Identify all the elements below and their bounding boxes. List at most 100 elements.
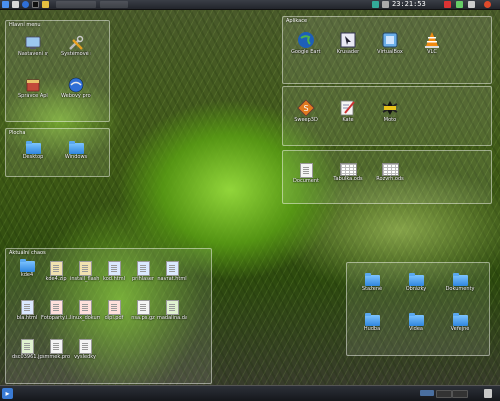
file-label: kde4	[20, 272, 34, 278]
file-label: madalina.dayla	[157, 315, 187, 321]
shortcut-label: Nastavení systému	[18, 51, 48, 57]
archive-icon	[49, 261, 63, 276]
pager-icon[interactable]	[436, 390, 452, 398]
file-item[interactable]: vysledky	[70, 339, 100, 360]
folder-label: Desktop	[22, 154, 44, 160]
file-item[interactable]: kde4	[12, 259, 42, 278]
folder-view-main-menu[interactable]: Hlavní menu Nastavení systému Systémové …	[5, 20, 110, 122]
folder-view-recent[interactable]: Aktuální chaos kde4 kde4.zip install_flash…	[5, 248, 212, 384]
folder-icon	[25, 141, 41, 154]
app-shortcut[interactable]: Moto	[375, 99, 405, 123]
keyboard-icon[interactable]	[468, 1, 475, 8]
file-label: Obrázky	[405, 286, 427, 292]
file-item[interactable]: prihlaser	[128, 261, 158, 282]
file-item[interactable]: Fotoparty.i...	[41, 300, 71, 321]
shortcut-label: Systémové nastavení	[61, 51, 91, 57]
mail-icon[interactable]	[42, 1, 49, 8]
file-item[interactable]: nsa.ps.gz	[128, 300, 158, 321]
volume-icon[interactable]	[382, 1, 389, 8]
file-item[interactable]: Document	[291, 163, 321, 184]
network-icon[interactable]	[372, 1, 379, 8]
file-item[interactable]: install_flash_p...	[70, 261, 100, 282]
browser-icon[interactable]	[22, 1, 29, 8]
folder-item[interactable]: Windows	[61, 141, 91, 160]
pager-icon[interactable]	[420, 390, 434, 396]
file-item[interactable]: Tabulka.ods	[333, 163, 363, 182]
file-item[interactable]: navrat.html	[157, 261, 187, 282]
system-tools-shortcut[interactable]: Systémové nastavení	[61, 35, 91, 57]
html-icon	[165, 261, 179, 276]
moto-icon	[382, 101, 398, 115]
folder-icon	[364, 313, 380, 326]
shortcut-label: Správce Aplikací	[18, 93, 48, 99]
task-entry-icon[interactable]	[56, 1, 96, 8]
app-label: Kate	[342, 117, 354, 123]
file-item[interactable]: Veřejné	[445, 313, 475, 332]
folder-view-title: Aktuální chaos	[9, 250, 46, 256]
file-item[interactable]: kod.html	[99, 261, 129, 282]
file-item[interactable]: Obrázky	[401, 273, 431, 292]
logout-icon[interactable]	[484, 1, 491, 8]
app-manager-shortcut[interactable]: Správce Aplikací	[18, 77, 48, 99]
package-icon	[26, 79, 40, 92]
file-item[interactable]: smmek.pro	[41, 339, 71, 360]
app-shortcut[interactable]: Krusader	[333, 31, 363, 55]
document-icon	[78, 339, 92, 354]
file-item[interactable]: dipl.pdf	[99, 300, 129, 321]
file-item[interactable]: Stažené	[357, 273, 387, 292]
trash-icon[interactable]	[484, 389, 492, 398]
browser-icon	[68, 77, 84, 93]
pdf-icon	[107, 300, 121, 315]
app-shortcut[interactable]: VirtualBox	[375, 31, 405, 55]
pager-icon[interactable]	[452, 390, 468, 398]
file-item[interactable]: Hudba	[357, 313, 387, 332]
file-label: navrat.html	[157, 276, 187, 282]
web-browser-shortcut[interactable]: Webový prohlížeč	[61, 77, 91, 99]
file-item[interactable]: madalina.dayla	[157, 300, 187, 321]
folder-view-apps[interactable]: Aplikace Google Earth Krusader VirtualBo…	[282, 16, 492, 84]
folder-item[interactable]: Desktop	[18, 141, 48, 160]
pdf-icon	[78, 300, 92, 315]
task-entry-icon[interactable]	[100, 1, 128, 8]
notification-icon[interactable]	[444, 1, 451, 8]
file-item[interactable]: Videa	[401, 313, 431, 332]
spreadsheet-icon	[339, 163, 357, 176]
file-item[interactable]: kde4.zip	[41, 261, 71, 282]
file-item[interactable]: linux_dokume...	[70, 300, 100, 321]
system-settings-shortcut[interactable]: Nastavení systému	[18, 35, 48, 57]
folder-view-desktop[interactable]: Plocha Desktop Windows	[5, 128, 110, 177]
folder-view-documents[interactable]: Document Tabulka.ods Rozvrh.ods	[282, 150, 492, 204]
kickoff-menu-button[interactable]: ▸	[2, 388, 13, 399]
file-label: Fotoparty.i...	[41, 315, 71, 321]
file-item[interactable]: bla.html	[12, 300, 42, 321]
file-item[interactable]: Dokumenty	[445, 273, 475, 292]
file-item[interactable]: Rozvrh.ods	[375, 163, 405, 182]
image-icon	[165, 300, 179, 315]
app-shortcut[interactable]: S Sweep3D	[291, 99, 321, 123]
terminal-icon[interactable]	[32, 1, 39, 8]
folder-label: Windows	[64, 154, 88, 160]
app-label: VirtualBox	[377, 49, 403, 55]
app-launcher-icon[interactable]	[2, 1, 9, 8]
app-label: Sweep3D	[294, 117, 318, 123]
app-label: VLC	[427, 49, 437, 55]
app-shortcut[interactable]: VLC	[417, 31, 447, 55]
sweep3d-icon: S	[297, 99, 315, 117]
krusader-icon	[340, 32, 356, 48]
kate-icon	[340, 100, 355, 116]
html-icon	[107, 261, 121, 276]
file-label: linux_dokume...	[70, 315, 100, 321]
folder-view-folders[interactable]: Stažené Obrázky Dokumenty Hudba Videa Veřejné	[346, 262, 490, 356]
file-item[interactable]: dsc03961.jpg	[12, 339, 42, 360]
app-shortcut[interactable]: Google Earth	[291, 31, 321, 55]
folder-icon	[68, 141, 84, 154]
folder-view-tools[interactable]: S Sweep3D Kate Moto	[282, 86, 492, 146]
document-icon	[136, 300, 150, 315]
home-icon[interactable]	[12, 1, 19, 8]
battery-icon[interactable]	[456, 1, 463, 8]
clock[interactable]: 23:21:53	[392, 0, 426, 9]
file-label: dipl.pdf	[104, 315, 124, 321]
file-label: dsc03961.jpg	[12, 354, 42, 360]
app-shortcut[interactable]: Kate	[333, 99, 363, 123]
folder-icon	[452, 273, 468, 286]
